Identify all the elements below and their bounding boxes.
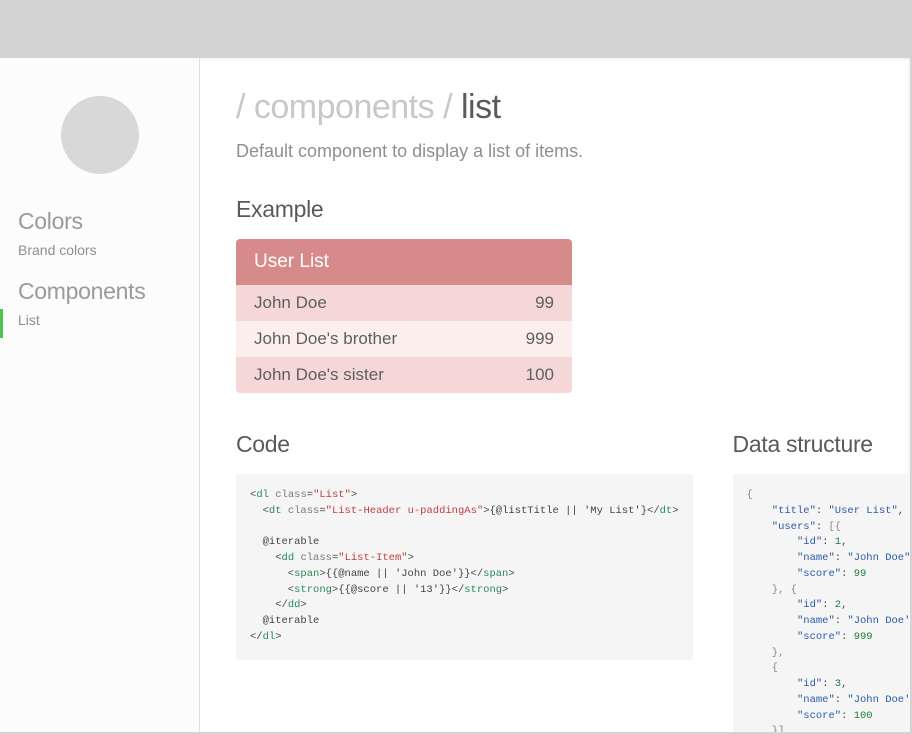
list-item-name: John Doe xyxy=(254,293,327,313)
list-item-score: 999 xyxy=(526,329,554,349)
breadcrumb-prefix: / components / xyxy=(236,88,461,126)
sidebar: Colors Brand colors Components List xyxy=(0,58,200,732)
list-header: User List xyxy=(236,239,572,285)
data-structure-block: { "title": "User List", "users": [{ "id"… xyxy=(733,474,910,732)
sidebar-heading-components[interactable]: Components xyxy=(0,278,199,309)
main-content: / components / list Default component to… xyxy=(200,58,910,732)
section-title-code: Code xyxy=(236,431,693,458)
list-item: John Doe 99 xyxy=(236,285,572,321)
sidebar-item-brand-colors[interactable]: Brand colors xyxy=(0,239,199,268)
list-item-score: 99 xyxy=(535,293,554,313)
section-title-example: Example xyxy=(236,196,874,223)
page-description: Default component to display a list of i… xyxy=(236,141,874,162)
list-item: John Doe's brother 999 xyxy=(236,321,572,357)
app-panel: Colors Brand colors Components List / co… xyxy=(0,58,910,732)
sidebar-item-list[interactable]: List xyxy=(0,309,199,338)
list-item-name: John Doe's brother xyxy=(254,329,397,349)
code-block: <dl class="List"> <dt class="List-Header… xyxy=(236,474,693,660)
list-item: John Doe's sister 100 xyxy=(236,357,572,393)
section-title-data: Data structure xyxy=(733,431,910,458)
avatar xyxy=(61,96,139,174)
list-item-score: 100 xyxy=(526,365,554,385)
list-item-name: John Doe's sister xyxy=(254,365,384,385)
breadcrumb: / components / list xyxy=(236,88,874,127)
sidebar-heading-colors[interactable]: Colors xyxy=(0,208,199,239)
top-bar xyxy=(0,0,912,58)
example-list: User List John Doe 99 John Doe's brother… xyxy=(236,239,572,393)
breadcrumb-current: list xyxy=(461,88,501,126)
